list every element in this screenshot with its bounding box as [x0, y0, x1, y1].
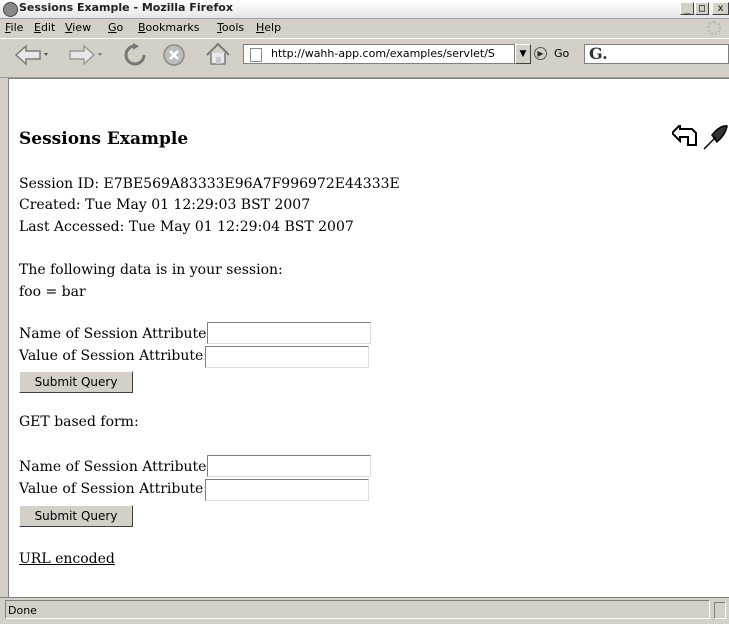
close-button[interactable]: x	[712, 2, 729, 15]
firefox-icon	[3, 2, 18, 17]
page-icon	[250, 48, 262, 62]
return-arrow-icon[interactable]	[672, 125, 700, 149]
get-name-input[interactable]	[207, 455, 371, 477]
window-title: Sessions Example - Mozilla Firefox	[19, 1, 233, 14]
forward-arrow-icon[interactable]	[68, 43, 102, 67]
browser-window: Sessions Example - Mozilla Firefox _ □ x…	[0, 0, 729, 624]
menu-file[interactable]: File	[5, 21, 23, 34]
throbber-icon	[707, 21, 721, 35]
url-text[interactable]: http://wahh-app.com/examples/servlet/S	[271, 47, 503, 60]
get-value-input[interactable]	[205, 479, 369, 501]
post-name-input[interactable]	[207, 322, 371, 344]
feather-icon[interactable]	[702, 125, 728, 151]
session-id: Session ID: E7BE569A83333E96A7F996972E44…	[19, 176, 400, 192]
url-dropdown-button[interactable]: ▼	[515, 44, 531, 64]
post-value-label: Value of Session Attribute:	[19, 348, 208, 364]
created-time: Created: Tue May 01 12:29:03 BST 2007	[19, 197, 311, 213]
menu-go[interactable]: Go	[108, 21, 123, 34]
go-icon[interactable]: ▶	[534, 47, 547, 60]
status-text: Done	[8, 604, 37, 617]
page-title: Sessions Example	[19, 129, 189, 149]
get-value-label: Value of Session Attribute:	[19, 481, 208, 497]
stop-icon[interactable]	[162, 43, 186, 67]
back-arrow-icon[interactable]	[14, 43, 48, 67]
menu-bar: File Edit View Go Bookmarks Tools Help	[0, 19, 729, 38]
menu-edit[interactable]: Edit	[34, 21, 55, 34]
url-encoded-link[interactable]: URL encoded	[19, 551, 115, 567]
get-name-label: Name of Session Attribute:	[19, 459, 212, 475]
menu-help[interactable]: Help	[256, 21, 281, 34]
post-name-label: Name of Session Attribute:	[19, 326, 212, 342]
reload-icon[interactable]	[122, 42, 148, 68]
status-panel	[5, 600, 710, 619]
menu-bookmarks[interactable]: Bookmarks	[138, 21, 199, 34]
session-data-intro: The following data is in your session:	[19, 262, 283, 278]
post-submit-button[interactable]: Submit Query	[19, 371, 133, 393]
menu-view[interactable]: View	[65, 21, 91, 34]
menu-tools[interactable]: Tools	[217, 21, 244, 34]
minimize-button[interactable]: _	[680, 2, 694, 15]
search-engine-icon[interactable]: G.	[589, 44, 608, 63]
get-form-heading: GET based form:	[19, 414, 139, 430]
maximize-button[interactable]: □	[695, 2, 709, 15]
resize-grip[interactable]	[714, 602, 726, 619]
title-bar: Sessions Example - Mozilla Firefox _ □ x	[0, 0, 729, 19]
home-icon[interactable]	[204, 41, 232, 67]
get-submit-button[interactable]: Submit Query	[19, 505, 133, 527]
session-data-item: foo = bar	[19, 284, 86, 300]
post-value-input[interactable]	[205, 346, 369, 368]
go-button[interactable]: Go	[554, 47, 569, 60]
last-accessed-time: Last Accessed: Tue May 01 12:29:04 BST 2…	[19, 219, 354, 235]
